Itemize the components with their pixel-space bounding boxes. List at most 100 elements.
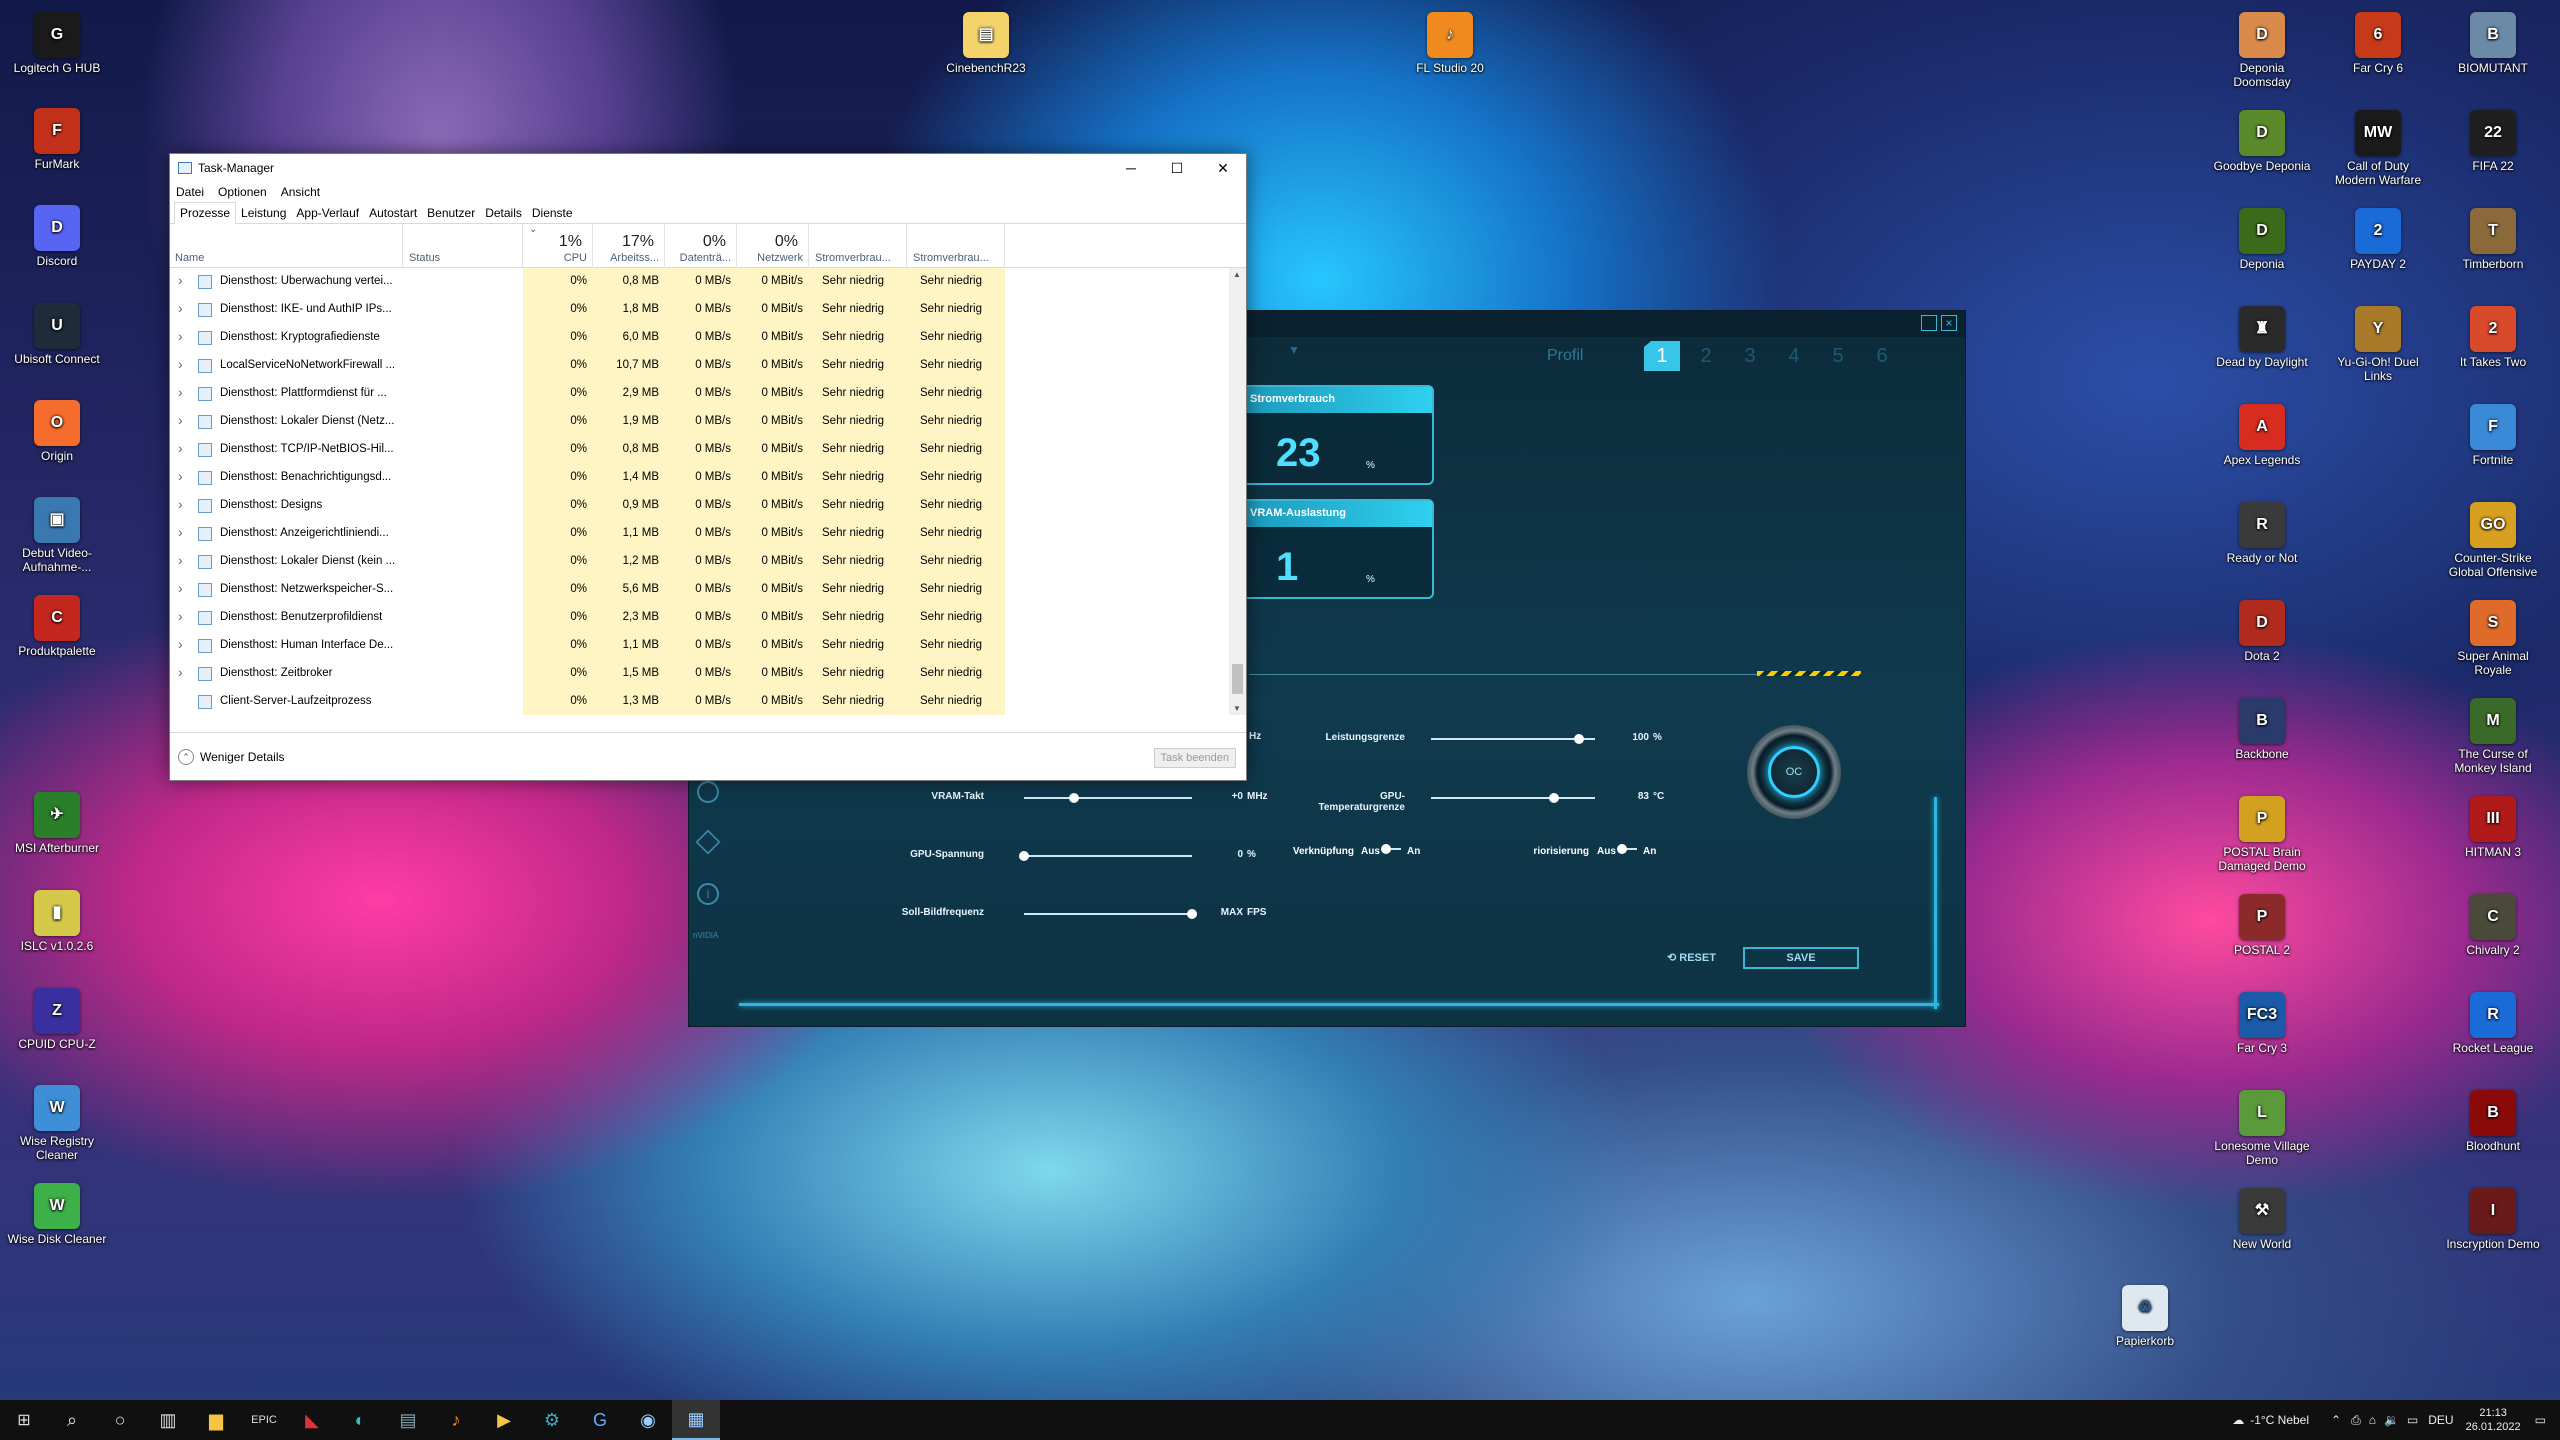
desktop-icon-furmark[interactable]: F FurMark	[7, 108, 107, 171]
col-memory[interactable]: 17% Arbeitss...	[593, 224, 665, 268]
desktop-icon-hitman[interactable]: III HITMAN 3	[2443, 796, 2543, 859]
end-task-button[interactable]: Task beenden	[1153, 748, 1236, 768]
table-row[interactable]: › Diensthost: Plattformdienst für ... 0% 2,…	[170, 380, 1229, 408]
table-row[interactable]: › Diensthost: Designs 0% 0,9 MB 0 MB/s 0 MBit…	[170, 492, 1229, 520]
expand-chevron-icon[interactable]: ›	[178, 356, 190, 372]
taskbar-player[interactable]: ▶	[480, 1400, 528, 1440]
scroll-thumb[interactable]	[1232, 664, 1243, 694]
slider-track[interactable]	[1024, 797, 1192, 799]
slider-track[interactable]	[1431, 738, 1595, 740]
desktop-icon-flstudio[interactable]: ♪ FL Studio 20	[1400, 12, 1500, 75]
desktop-icon-afterburner[interactable]: ✈ MSI Afterburner	[7, 792, 107, 855]
desktop-icon-apex[interactable]: A Apex Legends	[2212, 404, 2312, 467]
desktop-icon-origin[interactable]: O Origin	[7, 400, 107, 463]
desktop-icon-backbone[interactable]: B Backbone	[2212, 698, 2312, 761]
save-button[interactable]: SAVE	[1743, 947, 1859, 969]
table-row[interactable]: › Diensthost: Anzeigerichtliniendi... 0% 1,…	[170, 520, 1229, 548]
tab-3[interactable]: Autostart	[364, 203, 422, 223]
language-indicator[interactable]: DEU	[2428, 1413, 2453, 1427]
tab-5[interactable]: Details	[480, 203, 527, 223]
maximize-button[interactable]: ☐	[1154, 154, 1200, 182]
expand-chevron-icon[interactable]: ›	[178, 328, 190, 344]
desktop-icon-lonesome-village[interactable]: L Lonesome Village Demo	[2212, 1090, 2312, 1167]
desktop-icon-csgo[interactable]: GO Counter-Strike Global Offensive	[2443, 502, 2543, 579]
history-icon[interactable]	[697, 781, 719, 803]
gpu-dropdown-chevron[interactable]: ▼	[1279, 337, 1309, 363]
desktop-icon-islc[interactable]: ▮ ISLC v1.0.2.6	[7, 890, 107, 953]
desktop-icon-timberborn[interactable]: T Timberborn	[2443, 208, 2543, 271]
desktop-icon-deponia[interactable]: D Deponia	[2212, 208, 2312, 271]
desktop-icon-cod[interactable]: MW Call of Duty Modern Warfare	[2328, 110, 2428, 187]
close-button[interactable]: ✕	[1200, 154, 1246, 182]
slider-track[interactable]	[1024, 913, 1192, 915]
oc-dial-button[interactable]: OC	[1747, 725, 1841, 819]
table-row[interactable]: › Diensthost: Zeitbroker 0% 1,5 MB 0 MB/s 0 M…	[170, 660, 1229, 688]
slider-track[interactable]	[1431, 797, 1595, 799]
gpu-minimize-button[interactable]	[1921, 315, 1937, 331]
desktop-icon-inscryption[interactable]: I Inscryption Demo	[2443, 1188, 2543, 1251]
expand-chevron-icon[interactable]: ›	[178, 468, 190, 484]
desktop-icon-super-animal[interactable]: S Super Animal Royale	[2443, 600, 2543, 677]
tm-scrollbar[interactable]: ▲ ▼	[1229, 268, 1246, 715]
desktop-icon-wise-registry[interactable]: W Wise Registry Cleaner	[7, 1085, 107, 1162]
col-network[interactable]: 0% Netzwerk	[737, 224, 809, 268]
expand-chevron-icon[interactable]: ›	[178, 524, 190, 540]
tray-app-icon[interactable]: ⎙	[2351, 1413, 2361, 1428]
desktop-icon-debut[interactable]: ▣ Debut Video-Aufnahme-...	[7, 497, 107, 574]
taskbar-ghub[interactable]: G	[576, 1400, 624, 1440]
tab-4[interactable]: Benutzer	[422, 203, 480, 223]
menu-item-1[interactable]: Optionen	[218, 185, 267, 199]
desktop-icon-ready-or-not[interactable]: R Ready or Not	[2212, 502, 2312, 565]
taskbar-taskmanager[interactable]: ▦	[672, 1400, 720, 1440]
minimize-button[interactable]: ─	[1108, 154, 1154, 182]
desktop-icon-dbd[interactable]: ♜ Dead by Daylight	[2212, 306, 2312, 369]
start-button[interactable]: ⊞	[0, 1400, 48, 1440]
profile-tab-5[interactable]: 5	[1820, 341, 1856, 371]
table-row[interactable]: › Diensthost: Netzwerkspeicher-S... 0% 5,6 …	[170, 576, 1229, 604]
desktop-icon-goodbye-deponia[interactable]: D Goodbye Deponia	[2212, 110, 2312, 173]
desktop-icon-postal-brain[interactable]: P POSTAL Brain Damaged Demo	[2212, 796, 2312, 873]
desktop-icon-it-takes-two[interactable]: 2 It Takes Two	[2443, 306, 2543, 369]
slider-track[interactable]	[1024, 855, 1192, 857]
tab-0[interactable]: Prozesse	[174, 202, 237, 224]
taskbar-epic[interactable]: EPIC	[240, 1400, 288, 1440]
cube-icon[interactable]	[695, 829, 721, 855]
battery-icon[interactable]: ▭	[2407, 1413, 2418, 1427]
desktop-icon-farcry6[interactable]: 6 Far Cry 6	[2328, 12, 2428, 75]
desktop-icon-cinebench-folder[interactable]: ▤ CinebenchR23	[936, 12, 1036, 75]
desktop-icon-biomutant[interactable]: B BIOMUTANT	[2443, 12, 2543, 75]
table-row[interactable]: › Diensthost: Human Interface De... 0% 1,1 …	[170, 632, 1229, 660]
fewer-details-link[interactable]: Weniger Details	[200, 750, 284, 764]
desktop-icon-chivalry[interactable]: C Chivalry 2	[2443, 894, 2543, 957]
menu-item-2[interactable]: Ansicht	[281, 185, 320, 199]
desktop-icon-farcry3[interactable]: FC3 Far Cry 3	[2212, 992, 2312, 1055]
profile-tab-4[interactable]: 4	[1776, 341, 1812, 371]
clock[interactable]: 21:13 26.01.2022	[2466, 1406, 2521, 1434]
slider-knob[interactable]	[1573, 734, 1584, 744]
scroll-up-icon[interactable]: ▲	[1233, 270, 1241, 279]
expand-chevron-icon[interactable]: ›	[178, 664, 190, 680]
slider-knob[interactable]	[1069, 793, 1080, 803]
cortana-button[interactable]: ○	[96, 1400, 144, 1440]
weather-icon[interactable]: ☁	[2232, 1413, 2244, 1427]
taskbar-steam[interactable]: ◉	[624, 1400, 672, 1440]
desktop-icon-bloodhunt[interactable]: B Bloodhunt	[2443, 1090, 2543, 1153]
table-row[interactable]: › Diensthost: Kryptografiedienste 0% 6,0 MB…	[170, 324, 1229, 352]
recycle-bin[interactable]: ♻ Papierkorb	[2095, 1285, 2195, 1348]
scroll-down-icon[interactable]: ▼	[1233, 704, 1241, 713]
col-status[interactable]: Status	[403, 224, 523, 268]
taskbar-explorer[interactable]: ▆	[192, 1400, 240, 1440]
slider-knob[interactable]	[1019, 851, 1029, 861]
desktop-icon-payday[interactable]: 2 PAYDAY 2	[2328, 208, 2428, 271]
table-row[interactable]: › Diensthost: Benutzerprofildienst 0% 2,3 M…	[170, 604, 1229, 632]
taskbar-network[interactable]: ⚙	[528, 1400, 576, 1440]
reset-button[interactable]: ⟲ RESET	[1667, 951, 1716, 964]
desktop-icon-fifa[interactable]: 22 FIFA 22	[2443, 110, 2543, 173]
expand-chevron-icon[interactable]: ›	[178, 300, 190, 316]
tab-6[interactable]: Dienste	[527, 203, 578, 223]
task-view-button[interactable]: ▥	[144, 1400, 192, 1440]
fewer-details-icon[interactable]: ⌃	[178, 748, 194, 765]
desktop-icon-monkey-island[interactable]: M The Curse of Monkey Island	[2443, 698, 2543, 775]
desktop-icon-ubisoft[interactable]: U Ubisoft Connect	[7, 303, 107, 366]
col-power[interactable]: Stromverbrau...	[809, 224, 907, 268]
